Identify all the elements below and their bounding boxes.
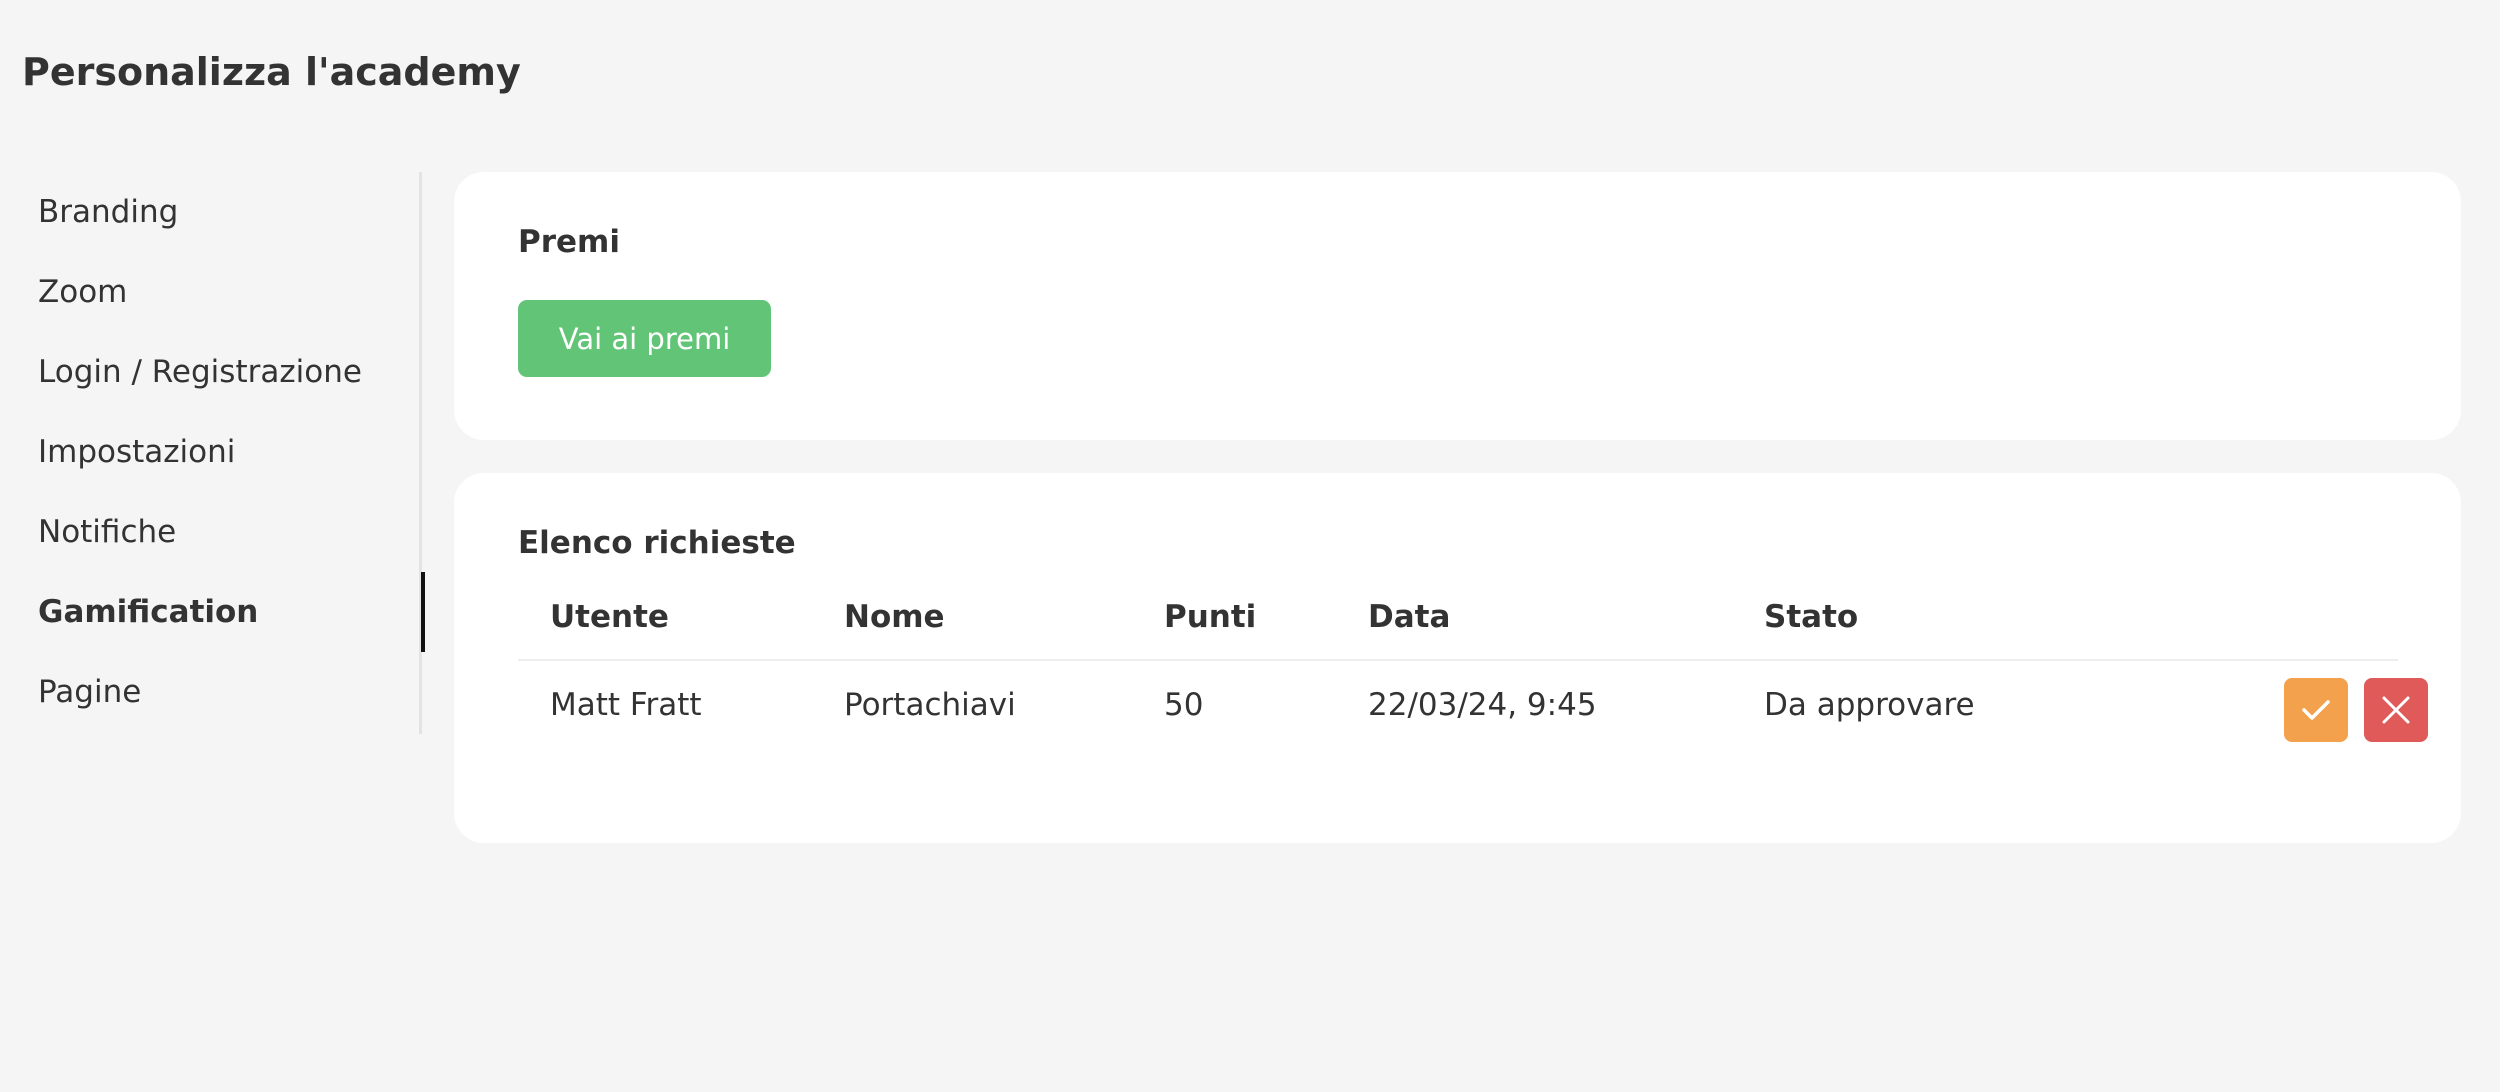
cell-data: 22/03/24, 9:45 <box>1368 687 1597 723</box>
cell-punti: 50 <box>1164 687 1204 723</box>
close-icon <box>2382 696 2410 724</box>
sidebar-item-branding[interactable]: Branding <box>38 172 422 252</box>
cell-nome: Portachiavi <box>844 687 1016 723</box>
sidebar-item-notifiche[interactable]: Notifiche <box>38 492 422 572</box>
premi-title: Premi <box>518 224 620 260</box>
sidebar-item-pagine[interactable]: Pagine <box>38 652 422 732</box>
table-row: Matt Fratt Portachiavi 50 22/03/24, 9:45… <box>518 661 2428 749</box>
sidebar-item-gamification[interactable]: Gamification <box>38 572 425 652</box>
check-icon <box>2302 700 2330 720</box>
richieste-card: Elenco richieste Utente Nome Punti Data … <box>454 473 2461 843</box>
sidebar-nav: Branding Zoom Login / Registrazione Impo… <box>0 172 425 734</box>
vai-ai-premi-button[interactable]: Vai ai premi <box>518 300 771 377</box>
premi-card: Premi Vai ai premi <box>454 172 2461 440</box>
column-header-stato: Stato <box>1764 599 1859 635</box>
column-header-data: Data <box>1368 599 1451 635</box>
column-header-utente: Utente <box>550 599 669 635</box>
sidebar-item-zoom[interactable]: Zoom <box>38 252 422 332</box>
sidebar-item-impostazioni[interactable]: Impostazioni <box>38 412 422 492</box>
column-header-punti: Punti <box>1164 599 1257 635</box>
richieste-title: Elenco richieste <box>518 525 796 561</box>
cell-stato: Da approvare <box>1764 687 1975 723</box>
approve-button[interactable] <box>2284 678 2348 742</box>
page-title: Personalizza l'academy <box>22 50 521 94</box>
reject-button[interactable] <box>2364 678 2428 742</box>
richieste-table: Utente Nome Punti Data Stato Matt Fratt … <box>518 573 2428 749</box>
column-header-nome: Nome <box>844 599 945 635</box>
table-header-row: Utente Nome Punti Data Stato <box>518 573 2398 661</box>
sidebar-item-login-registrazione[interactable]: Login / Registrazione <box>38 332 422 412</box>
cell-utente: Matt Fratt <box>550 687 702 723</box>
